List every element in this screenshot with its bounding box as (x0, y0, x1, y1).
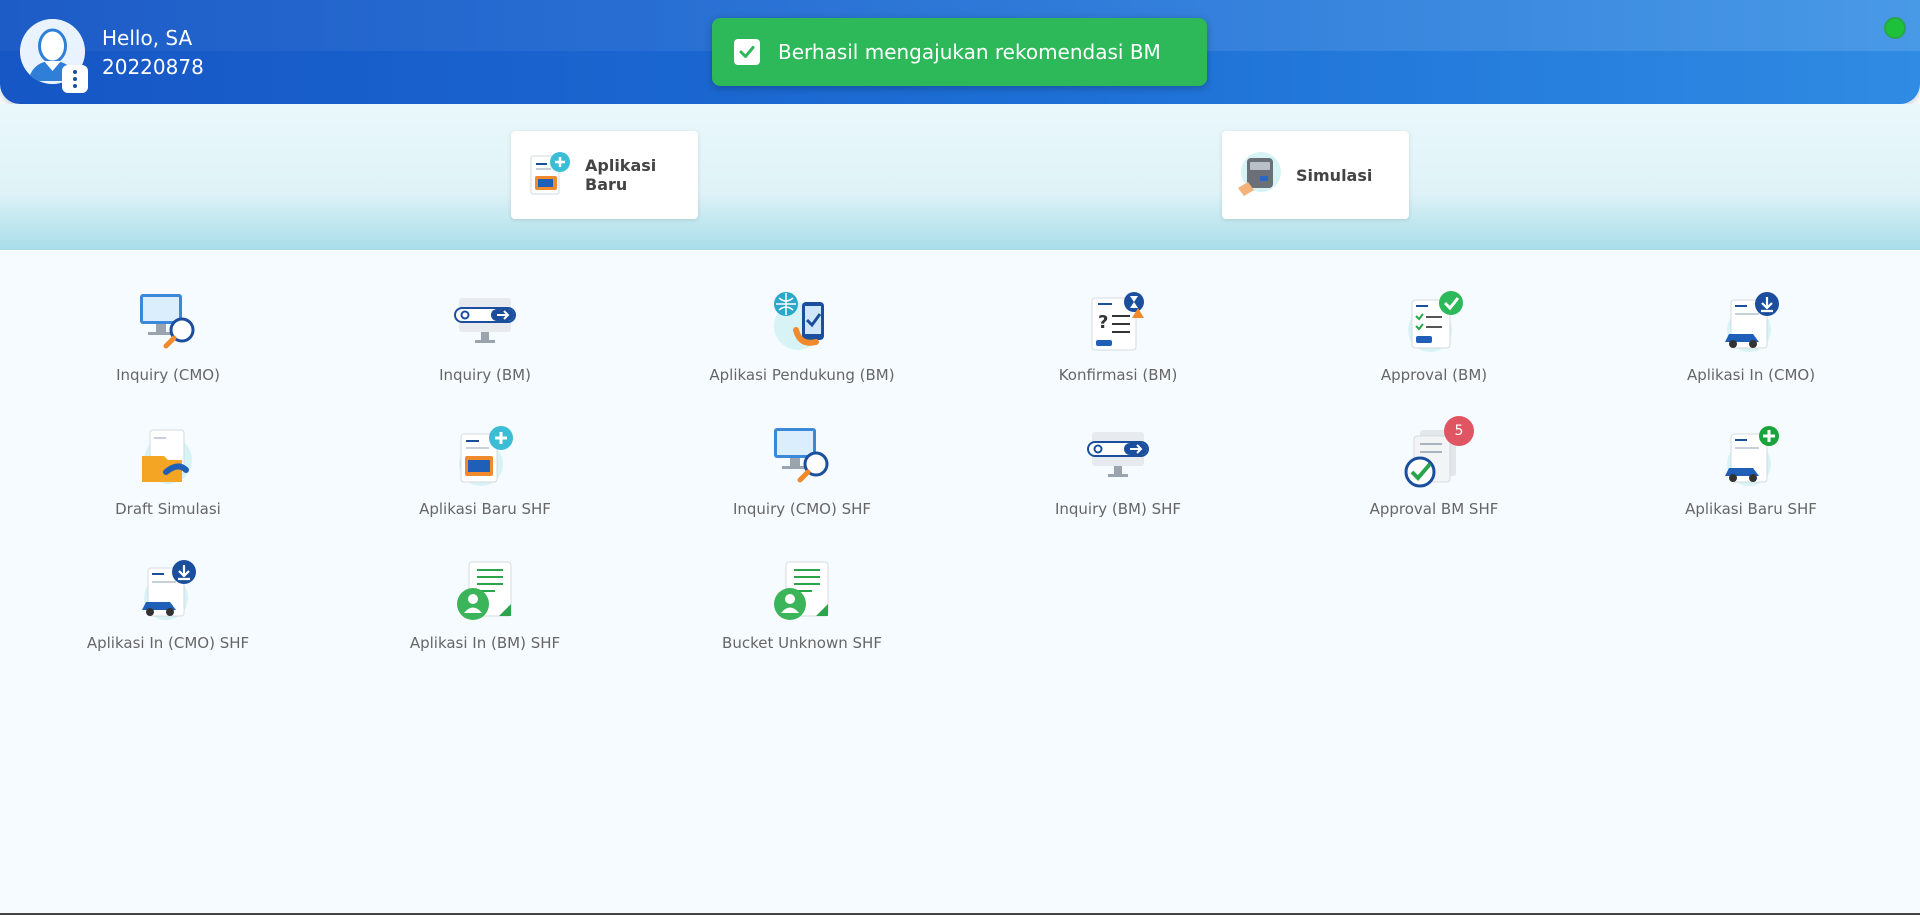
document-car-download-icon (1719, 290, 1783, 354)
notification-badge: 5 (1444, 416, 1474, 446)
menu-item-label: Inquiry (CMO) (116, 366, 220, 384)
success-toast[interactable]: Berhasil mengajukan rekomendasi BM (712, 18, 1207, 86)
monitor-searchbar-icon (453, 290, 517, 354)
menu-inquiry-cmo[interactable]: Inquiry (CMO) (18, 290, 318, 400)
document-car-add-icon (1719, 424, 1783, 488)
menu-draft-simulasi[interactable]: Draft Simulasi (18, 424, 318, 534)
menu-approval-bm[interactable]: Approval (BM) (1284, 290, 1584, 400)
monitor-searchbar-icon (1086, 424, 1150, 488)
menu-item-label: Inquiry (CMO) SHF (732, 500, 872, 518)
menu-bucket-unknown-shf[interactable]: Bucket Unknown SHF (652, 558, 952, 668)
calculator-icon (1234, 150, 1284, 200)
shortcut-label: Simulasi (1296, 165, 1373, 185)
menu-item-label: Approval (BM) (1380, 366, 1488, 384)
menu-approval-bm-shf[interactable]: 5 Approval BM SHF (1284, 416, 1584, 534)
menu-item-label: Draft Simulasi (115, 500, 221, 518)
menu-konfirmasi-bm[interactable]: ? Konfirmasi (BM) (968, 290, 1268, 400)
menu-item-label: Aplikasi In (BM) SHF (409, 634, 561, 652)
checklist-approve-icon (1402, 290, 1466, 354)
menu-item-label: Inquiry (BM) SHF (1054, 500, 1182, 518)
menu-item-label: Aplikasi Baru SHF (1685, 500, 1817, 518)
menu-item-label: Konfirmasi (BM) (1058, 366, 1178, 384)
document-user-icon (453, 558, 517, 622)
menu-aplikasi-in-cmo[interactable]: Aplikasi In (CMO) (1601, 290, 1901, 400)
document-user-icon (770, 558, 834, 622)
menu-aplikasi-baru-shf-2[interactable]: Aplikasi Baru SHF (1601, 424, 1901, 534)
shortcut-band (0, 104, 1920, 250)
menu-item-label: Bucket Unknown SHF (722, 634, 882, 652)
new-application-icon (453, 424, 517, 488)
toast-message: Berhasil mengajukan rekomendasi BM (778, 40, 1161, 64)
greeting-text: Hello, SA (102, 26, 193, 50)
menu-item-label: Approval BM SHF (1369, 500, 1499, 518)
online-status-indicator (1884, 17, 1906, 39)
menu-inquiry-bm-shf[interactable]: Inquiry (BM) SHF (968, 424, 1268, 534)
menu-aplikasi-in-bm-shf[interactable]: Aplikasi In (BM) SHF (335, 558, 635, 668)
new-application-icon (523, 150, 573, 200)
draft-folder-icon (136, 424, 200, 488)
menu-item-label: Inquiry (BM) (439, 366, 531, 384)
menu-aplikasi-pendukung-bm[interactable]: Aplikasi Pendukung (BM) (652, 290, 952, 400)
menu-item-label: Aplikasi In (CMO) SHF (86, 634, 250, 652)
kebab-menu-icon[interactable] (62, 65, 88, 93)
shortcut-simulasi[interactable]: Simulasi (1222, 131, 1409, 219)
shortcut-label: Aplikasi Baru (585, 156, 657, 194)
monitor-search-icon (136, 290, 200, 354)
menu-aplikasi-baru-shf[interactable]: Aplikasi Baru SHF (335, 424, 635, 534)
menu-item-label: Aplikasi Pendukung (BM) (709, 366, 895, 384)
menu-inquiry-bm[interactable]: Inquiry (BM) (335, 290, 635, 400)
document-car-download-icon (136, 558, 200, 622)
menu-inquiry-cmo-shf[interactable]: Inquiry (CMO) SHF (652, 424, 952, 534)
checkbox-check-icon (734, 39, 760, 65)
shortcut-aplikasi-baru[interactable]: Aplikasi Baru (511, 131, 698, 219)
user-id: 20220878 (102, 55, 204, 79)
document-check-icon: 5 (1402, 416, 1474, 488)
menu-item-label: Aplikasi Baru SHF (419, 500, 551, 518)
menu-aplikasi-in-cmo-shf[interactable]: Aplikasi In (CMO) SHF (18, 558, 318, 668)
phone-globe-icon (770, 290, 834, 354)
svg-text:?: ? (1098, 312, 1108, 333)
question-document-icon: ? (1086, 290, 1150, 354)
monitor-search-icon (770, 424, 834, 488)
menu-item-label: Aplikasi In (CMO) (1686, 366, 1816, 384)
